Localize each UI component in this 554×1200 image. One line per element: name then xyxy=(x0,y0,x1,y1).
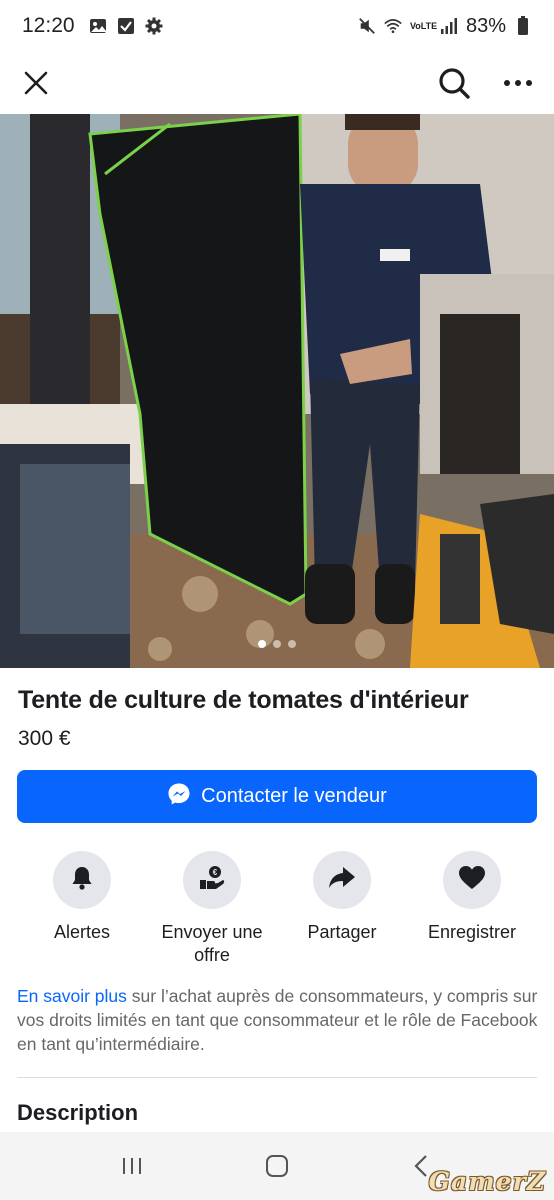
save-button[interactable]: Enregistrer xyxy=(407,851,537,967)
pagination-dot[interactable] xyxy=(273,640,281,648)
volte-icon: VoLTE xyxy=(409,20,438,31)
bell-icon xyxy=(70,865,94,896)
status-right: VoLTE 83% xyxy=(358,15,532,38)
status-left: 12:20 xyxy=(22,14,163,38)
messenger-icon xyxy=(167,782,191,812)
save-label: Enregistrer xyxy=(427,922,517,942)
nav-right xyxy=(436,65,536,101)
search-icon[interactable] xyxy=(436,65,472,101)
description-heading: Description xyxy=(17,1100,139,1125)
recent-apps-icon[interactable] xyxy=(112,1146,152,1186)
listing-photo-image xyxy=(0,114,554,668)
alerts-button[interactable]: Alertes xyxy=(17,851,147,967)
image-pagination xyxy=(0,640,554,648)
listing-actions: Alertes € Envoyer une offre Partager Enr… xyxy=(17,851,537,967)
status-bar: 12:20 VoLTE 83% xyxy=(0,0,554,52)
pagination-dot[interactable] xyxy=(288,640,296,648)
listing-title: Tente de culture de tomates d'intérieur xyxy=(18,686,469,714)
signal-icon xyxy=(440,17,458,35)
send-offer-icon: € xyxy=(198,865,226,896)
status-time: 12:20 xyxy=(22,14,75,37)
action-circle: € xyxy=(183,851,241,909)
settings-gear-icon xyxy=(145,17,163,35)
action-circle xyxy=(313,851,371,909)
listing-price: 300 € xyxy=(18,727,71,750)
close-icon[interactable] xyxy=(18,65,54,101)
home-icon[interactable] xyxy=(257,1146,297,1186)
pagination-dot[interactable] xyxy=(258,640,266,648)
listing-photo[interactable] xyxy=(0,114,554,668)
gallery-icon xyxy=(89,17,107,35)
alerts-label: Alertes xyxy=(53,922,111,942)
battery-percent: 83% xyxy=(465,14,506,37)
contact-seller-label: Contacter le vendeur xyxy=(201,785,387,807)
send-offer-label: Envoyer une offre xyxy=(161,922,263,965)
contact-seller-button[interactable]: Contacter le vendeur xyxy=(17,770,537,823)
section-divider xyxy=(17,1077,537,1078)
action-circle xyxy=(53,851,111,909)
battery-icon xyxy=(514,16,532,35)
checkbox-icon xyxy=(117,17,135,35)
watermark-text: GamerZ xyxy=(428,1167,546,1196)
wifi-icon xyxy=(384,17,402,35)
more-options-icon[interactable] xyxy=(500,65,536,101)
share-icon xyxy=(328,866,356,895)
share-button[interactable]: Partager xyxy=(277,851,407,967)
consumer-info-text: En savoir plus sur l’achat auprès de con… xyxy=(17,984,542,1056)
top-nav xyxy=(0,52,554,114)
send-offer-button[interactable]: € Envoyer une offre xyxy=(147,851,277,967)
share-label: Partager xyxy=(307,922,377,942)
heart-icon xyxy=(458,865,486,896)
svg-text:€: € xyxy=(213,868,218,877)
mute-icon xyxy=(358,17,376,35)
action-circle xyxy=(443,851,501,909)
learn-more-link[interactable]: En savoir plus xyxy=(17,986,127,1006)
